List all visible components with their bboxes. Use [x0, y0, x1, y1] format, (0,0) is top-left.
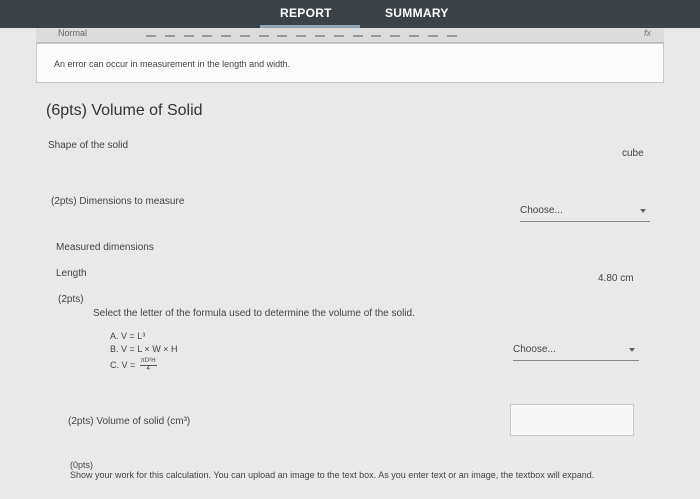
formula-option-c-prefix: C. V = — [110, 359, 136, 370]
formula-points: (2pts) — [58, 294, 84, 305]
editor-toolbar: Normal fx — [36, 28, 664, 43]
dimensions-label: (2pts) Dimensions to measure — [51, 196, 185, 207]
work-section: (0pts) Show your work for this calculati… — [70, 460, 630, 480]
align-center-icon[interactable] — [258, 29, 269, 37]
length-label: Length — [56, 268, 87, 279]
shape-value: cube — [622, 148, 644, 159]
superscript-icon[interactable] — [221, 29, 232, 37]
image-icon[interactable] — [315, 29, 326, 37]
clear-format-icon[interactable] — [296, 29, 307, 37]
insert-row-icon[interactable] — [371, 29, 382, 37]
work-instructions: Show your work for this calculation. You… — [70, 470, 595, 480]
chevron-down-icon — [629, 348, 635, 352]
tab-report[interactable]: REPORT — [280, 6, 332, 20]
top-nav-bar: REPORT SUMMARY — [0, 0, 700, 28]
delete-column-icon[interactable] — [427, 29, 438, 37]
volume-input[interactable] — [510, 404, 634, 436]
formula-fraction: πD²H 4 — [139, 358, 157, 373]
measured-dimensions-label: Measured dimensions — [56, 242, 154, 253]
length-value: 4.80 cm — [598, 273, 634, 284]
delete-row-icon[interactable] — [408, 29, 419, 37]
formula-select-value: Choose... — [513, 344, 556, 355]
align-left-icon[interactable] — [239, 29, 250, 37]
tab-summary[interactable]: SUMMARY — [385, 6, 449, 20]
formula-option-a: A. V = L³ — [110, 331, 146, 341]
formula-fraction-numerator: πD²H — [139, 358, 157, 366]
align-right-icon[interactable] — [277, 29, 288, 37]
dimensions-select-value: Choose... — [520, 205, 563, 216]
formula-options: A. V = L³ B. V = L × W × H C. V = πD²H 4 — [110, 330, 177, 378]
formula-option-c: C. V = πD²H 4 — [110, 358, 177, 378]
paragraph-style-dropdown[interactable]: Normal — [58, 28, 87, 38]
formula-icon[interactable]: fx — [644, 28, 651, 38]
insert-column-icon[interactable] — [390, 29, 401, 37]
merge-cells-icon[interactable] — [446, 29, 457, 37]
editor-content: An error can occur in measurement in the… — [54, 59, 291, 69]
text-color-icon[interactable] — [202, 29, 213, 37]
bold-icon[interactable] — [146, 29, 156, 37]
volume-label: (2pts) Volume of solid (cm³) — [68, 416, 191, 427]
link-icon[interactable] — [333, 29, 344, 37]
italic-icon[interactable] — [164, 29, 175, 37]
formula-select[interactable]: Choose... — [513, 344, 639, 361]
formula-question: Select the letter of the formula used to… — [93, 308, 415, 319]
section-title: (6pts) Volume of Solid — [46, 102, 203, 119]
shape-label: Shape of the solid — [48, 140, 129, 151]
underline-icon[interactable] — [183, 29, 194, 37]
rich-text-editor[interactable]: An error can occur in measurement in the… — [36, 43, 664, 83]
formatting-buttons — [146, 29, 626, 39]
table-icon[interactable] — [352, 29, 363, 37]
formula-fraction-denominator: 4 — [146, 366, 150, 372]
work-points: (0pts) — [70, 460, 94, 470]
formula-option-b: B. V = L × W × H — [110, 344, 178, 354]
chevron-down-icon — [640, 209, 646, 213]
dimensions-select[interactable]: Choose... — [520, 205, 650, 222]
